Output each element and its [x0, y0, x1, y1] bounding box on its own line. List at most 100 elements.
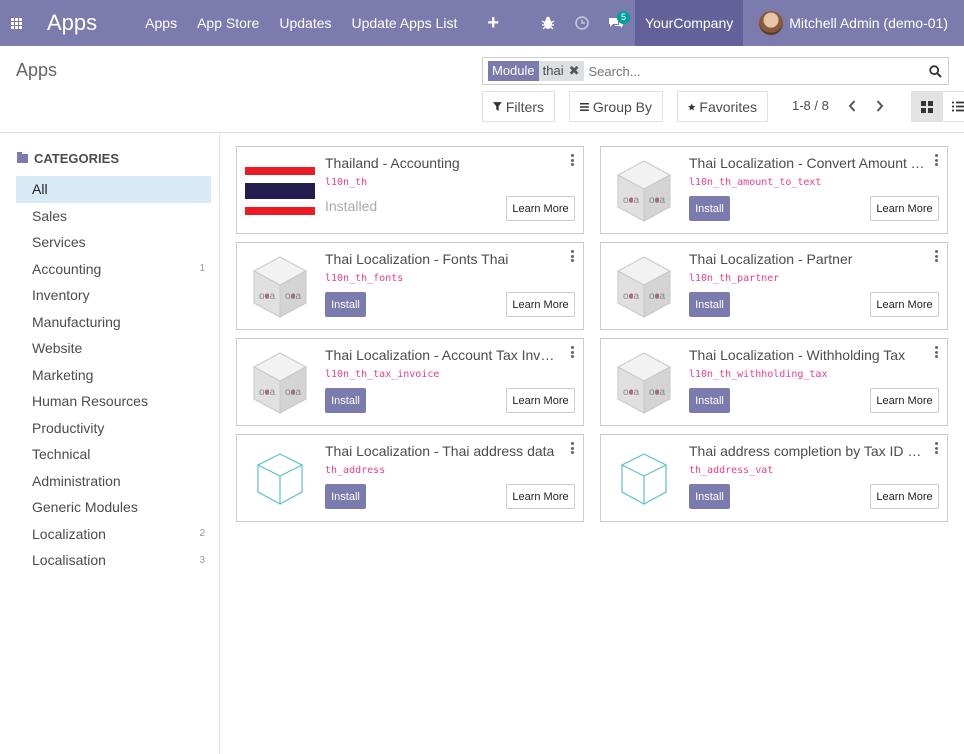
installed-status: Installed	[325, 198, 378, 214]
sidebar-item-technical[interactable]: Technical	[16, 441, 211, 468]
sidebar-item-administration[interactable]: Administration	[16, 468, 211, 495]
home-menu-icon[interactable]	[0, 0, 32, 46]
learn-more-button[interactable]: Learn More	[870, 196, 939, 221]
favorites-button[interactable]: Favorites	[677, 91, 768, 122]
sidebar-item-human-resources[interactable]: Human Resources	[16, 388, 211, 415]
card-menu-icon[interactable]	[569, 250, 575, 262]
learn-more-button[interactable]: Learn More	[506, 196, 575, 221]
app-card[interactable]: Thai address completion by Tax ID (VAT) …	[600, 434, 948, 522]
sidebar-item-services[interactable]: Services	[16, 229, 211, 256]
oca-module-icon: ocaoca	[609, 351, 679, 415]
menu-updates[interactable]: Updates	[279, 15, 331, 31]
card-menu-icon[interactable]	[569, 346, 575, 358]
search-icon[interactable]	[922, 58, 948, 84]
oca-module-icon: ocaoca	[245, 255, 315, 319]
app-brand: Apps	[47, 10, 98, 35]
install-button[interactable]: Install	[325, 292, 366, 317]
pager-value[interactable]: 1-8 / 8	[792, 98, 829, 113]
sidebar-item-marketing[interactable]: Marketing	[16, 362, 211, 389]
app-card[interactable]: ocaoca Thai Localization - Partner l10n_…	[600, 242, 948, 330]
sidebar-item-label: Human Resources	[32, 393, 148, 410]
app-card[interactable]: ocaoca Thai Localization - Convert Amoun…	[600, 146, 948, 234]
list-view-button[interactable]	[942, 91, 964, 122]
sidebar-item-inventory[interactable]: Inventory	[16, 282, 211, 309]
oca-module-icon: ocaoca	[609, 159, 679, 223]
install-button[interactable]: Install	[689, 292, 730, 317]
sidebar-item-generic-modules[interactable]: Generic Modules	[16, 494, 211, 521]
sidebar-item-label: Generic Modules	[32, 499, 138, 516]
app-card[interactable]: ocaoca Thai Localization - Withholding T…	[600, 338, 948, 426]
sidebar-item-sales[interactable]: Sales	[16, 203, 211, 230]
categories-sidebar: CATEGORIES All Sales Services Accounting…	[0, 134, 220, 754]
learn-more-button[interactable]: Learn More	[870, 484, 939, 509]
card-menu-icon[interactable]	[933, 346, 939, 358]
install-button[interactable]: Install	[689, 388, 730, 413]
sidebar-item-website[interactable]: Website	[16, 335, 211, 362]
menu-apps[interactable]: Apps	[145, 15, 177, 31]
sidebar-item-all[interactable]: All	[16, 176, 211, 203]
list-view-icon	[951, 101, 964, 112]
sidebar-item-count: 1	[199, 263, 205, 275]
sidebar-item-label: Administration	[32, 472, 121, 489]
card-menu-icon[interactable]	[933, 250, 939, 262]
group-by-button[interactable]: Group By	[569, 91, 663, 122]
learn-more-button[interactable]: Learn More	[870, 292, 939, 317]
learn-more-button[interactable]: Learn More	[506, 292, 575, 317]
oca-module-icon: ocaoca	[245, 351, 315, 415]
sidebar-item-count: 2	[199, 528, 205, 540]
filters-button[interactable]: Filters	[482, 91, 555, 122]
sidebar-item-localisation[interactable]: Localisation 3	[16, 547, 211, 574]
sidebar-item-label: Localisation	[32, 552, 106, 569]
kanban-view-button[interactable]	[911, 91, 943, 122]
learn-more-button[interactable]: Learn More	[870, 388, 939, 413]
card-menu-icon[interactable]	[933, 154, 939, 166]
pager-previous-icon[interactable]	[844, 96, 860, 116]
favorites-label: Favorites	[699, 98, 757, 115]
card-menu-icon[interactable]	[569, 154, 575, 166]
apps-kanban: Thailand - Accounting l10n_th Installed …	[220, 134, 964, 754]
search-input[interactable]	[588, 63, 922, 79]
group-by-label: Group By	[592, 98, 652, 115]
app-title: Thai Localization - Partner	[689, 251, 853, 267]
sidebar-item-manufacturing[interactable]: Manufacturing	[16, 309, 211, 336]
menu-app-store[interactable]: App Store	[197, 15, 259, 31]
install-button[interactable]: Install	[689, 484, 730, 509]
pager-next-icon[interactable]	[872, 96, 888, 116]
sidebar-item-label: Localization	[32, 525, 106, 542]
sidebar-item-label: Inventory	[32, 287, 90, 304]
favorites-star-icon	[688, 102, 696, 110]
learn-more-button[interactable]: Learn More	[506, 388, 575, 413]
install-button[interactable]: Install	[689, 196, 730, 221]
sidebar-item-productivity[interactable]: Productivity	[16, 415, 211, 442]
menu-update-apps-list[interactable]: Update Apps List	[352, 15, 458, 31]
sidebar-item-localization[interactable]: Localization 2	[16, 521, 211, 548]
debug-bug-icon[interactable]	[531, 0, 565, 46]
generic-cube-icon	[609, 447, 679, 511]
folder-icon	[17, 152, 28, 163]
user-name: Mitchell Admin (demo-01)	[789, 15, 948, 31]
generic-cube-icon	[245, 447, 315, 511]
facet-value-text: thai	[542, 63, 564, 78]
activity-clock-icon[interactable]	[565, 0, 599, 46]
app-technical-name: l10n_th_withholding_tax	[689, 369, 828, 380]
app-title: Thai Localization - Fonts Thai	[325, 251, 509, 267]
app-card[interactable]: Thai Localization - Thai address data th…	[236, 434, 584, 522]
sidebar-item-label: Productivity	[32, 419, 105, 436]
app-title: Thai Localization - Convert Amount To Te…	[689, 155, 925, 171]
app-card[interactable]: ocaoca Thai Localization - Account Tax I…	[236, 338, 584, 426]
remove-facet-icon[interactable]: ✖	[569, 61, 580, 81]
learn-more-button[interactable]: Learn More	[506, 484, 575, 509]
user-menu[interactable]: Mitchell Admin (demo-01)	[743, 0, 964, 46]
card-menu-icon[interactable]	[933, 442, 939, 454]
add-menu-icon[interactable]: +	[487, 13, 499, 33]
app-technical-name: th_address	[325, 465, 386, 476]
messages-chat-icon[interactable]: 5	[599, 0, 633, 46]
app-title: Thai address completion by Tax ID (VAT)	[689, 443, 925, 459]
company-switcher[interactable]: YourCompany	[635, 0, 744, 46]
install-button[interactable]: Install	[325, 388, 366, 413]
install-button[interactable]: Install	[325, 484, 366, 509]
sidebar-item-accounting[interactable]: Accounting 1	[16, 256, 211, 283]
app-card[interactable]: ocaoca Thai Localization - Fonts Thai l1…	[236, 242, 584, 330]
app-card[interactable]: Thailand - Accounting l10n_th Installed …	[236, 146, 584, 234]
card-menu-icon[interactable]	[569, 442, 575, 454]
